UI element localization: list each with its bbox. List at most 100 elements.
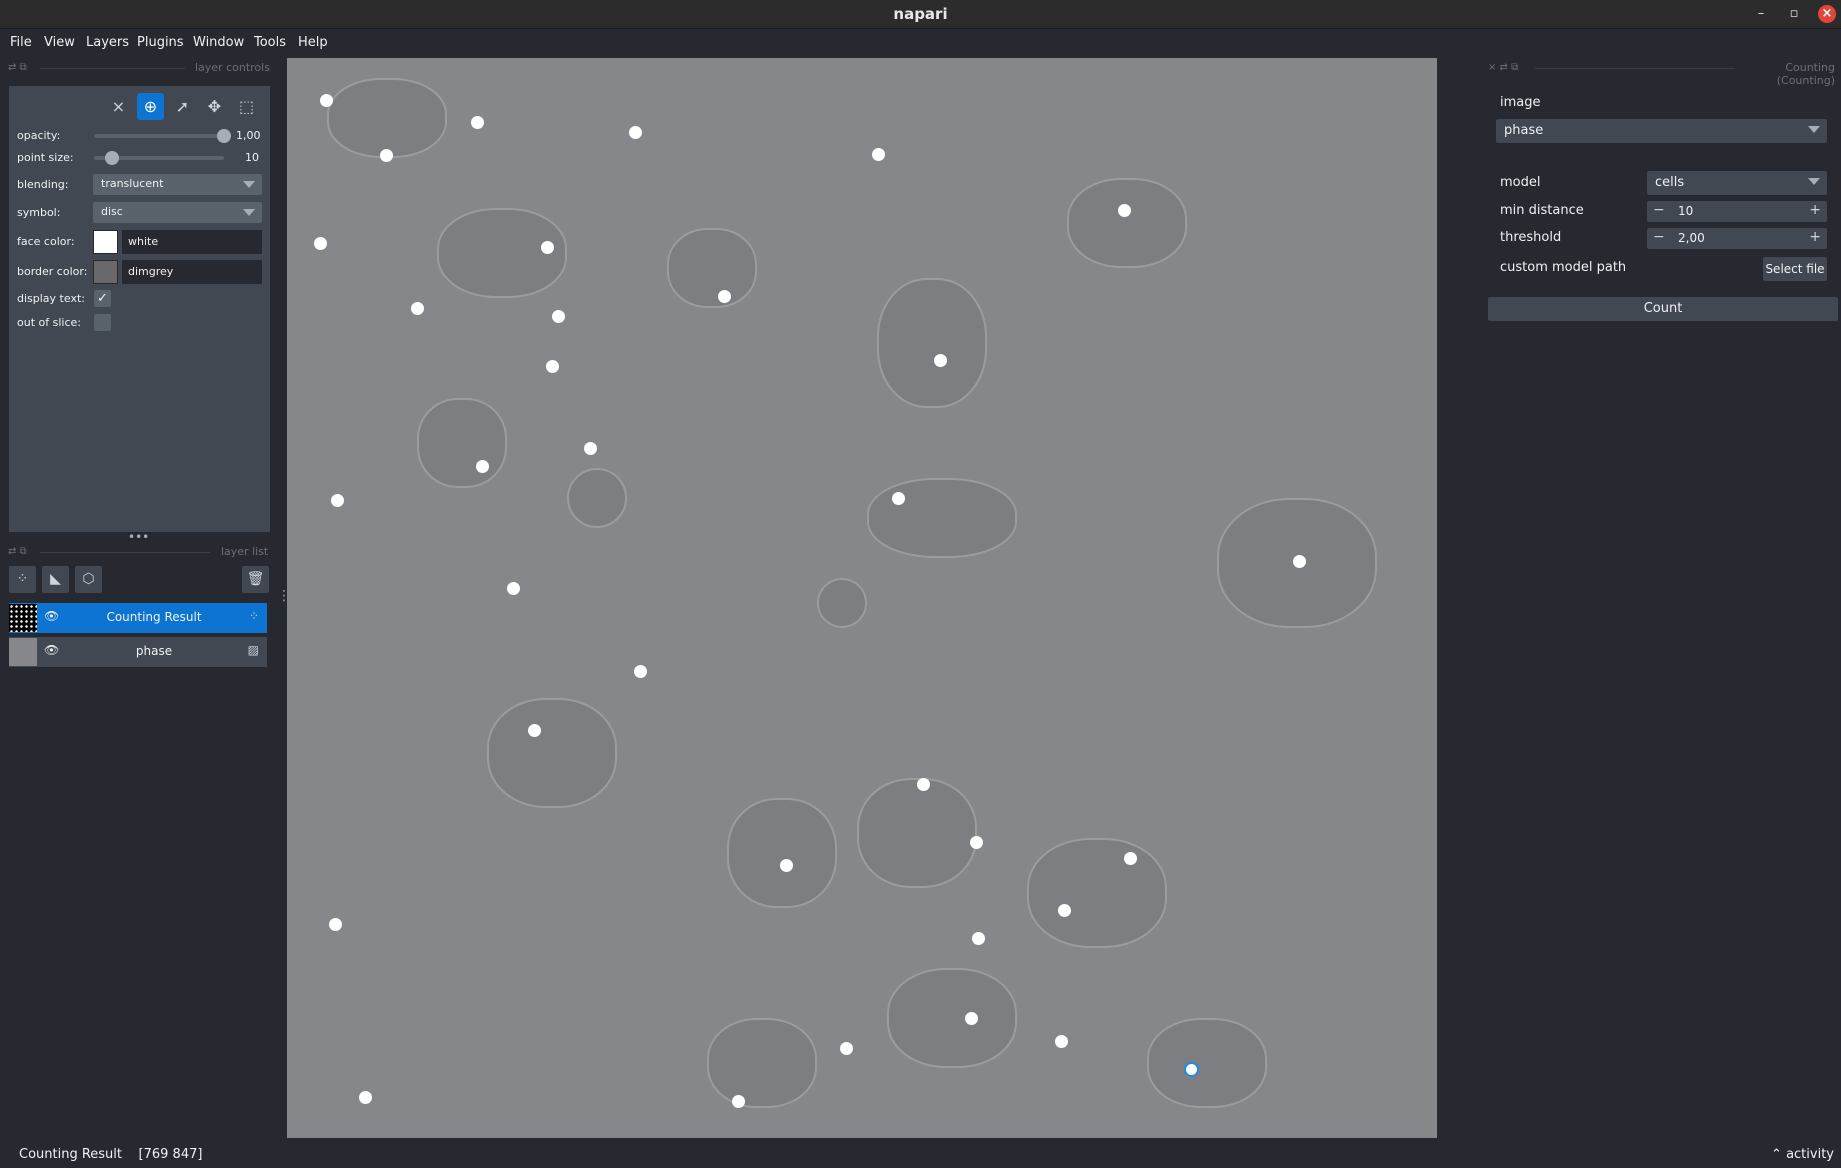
opacity-slider[interactable] <box>94 134 224 138</box>
plus-icon[interactable]: + <box>1809 202 1821 218</box>
image-dropdown[interactable]: phase <box>1496 119 1827 143</box>
point[interactable] <box>972 932 985 945</box>
new-shapes-layer-icon[interactable]: ◣ <box>42 566 69 593</box>
menu-help[interactable]: Help <box>298 35 328 50</box>
eye-icon[interactable]: 👁 <box>44 609 59 623</box>
point[interactable] <box>331 494 344 507</box>
point[interactable] <box>840 1042 853 1055</box>
menu-window[interactable]: Window <box>193 35 244 50</box>
window-title: napari <box>893 5 948 23</box>
model-dropdown[interactable]: cells <box>1647 171 1827 195</box>
point[interactable] <box>320 94 333 107</box>
minus-icon[interactable]: − <box>1653 202 1665 218</box>
face-color-swatch[interactable] <box>93 230 118 254</box>
display-text-checkbox[interactable]: ✓ <box>94 290 111 307</box>
point[interactable] <box>507 582 520 595</box>
counting-widget-title: Counting (Counting) <box>1776 61 1835 87</box>
custom-model-path-label: custom model path <box>1500 260 1627 275</box>
dock-close-icon[interactable]: × ⇄ ⧉ <box>1488 62 1518 76</box>
minus-icon[interactable]: − <box>1653 229 1665 245</box>
add-points-icon[interactable]: ⊕ <box>137 93 164 120</box>
delete-points-icon[interactable]: × <box>105 93 132 120</box>
border-color-swatch[interactable] <box>93 260 118 284</box>
custom-model-path-input[interactable] <box>1647 257 1756 281</box>
point[interactable] <box>629 126 642 139</box>
point-size-slider-thumb[interactable] <box>105 151 119 165</box>
threshold-label: threshold <box>1500 230 1562 245</box>
menu-plugins[interactable]: Plugins <box>137 35 184 50</box>
activity-button[interactable]: ⌃ activity <box>1771 1147 1834 1162</box>
count-button[interactable]: Count <box>1488 297 1838 321</box>
point[interactable] <box>552 310 565 323</box>
minimize-button[interactable]: – <box>1752 5 1770 23</box>
point[interactable] <box>528 724 541 737</box>
point[interactable] <box>872 148 885 161</box>
point[interactable] <box>934 354 947 367</box>
close-window-button[interactable]: × <box>1818 5 1836 23</box>
point[interactable] <box>634 665 647 678</box>
cell-shape <box>877 278 987 408</box>
point[interactable] <box>329 918 342 931</box>
canvas-area[interactable] <box>287 58 1437 1138</box>
layer-row-counting-result[interactable]: 👁 Counting Result ⁘ <box>9 603 267 633</box>
opacity-label: opacity: <box>17 129 61 142</box>
min-distance-spinbox[interactable]: − 10 + <box>1647 201 1827 222</box>
point[interactable] <box>917 778 930 791</box>
opacity-slider-thumb[interactable] <box>217 129 231 143</box>
point[interactable] <box>965 1012 978 1025</box>
point[interactable] <box>718 290 731 303</box>
point[interactable] <box>970 836 983 849</box>
menu-layers[interactable]: Layers <box>86 35 129 50</box>
transform-icon[interactable]: ⬚ <box>233 93 260 120</box>
layer-row-phase[interactable]: 👁 phase ▨ <box>9 637 267 667</box>
plus-icon[interactable]: + <box>1809 229 1821 245</box>
select-file-button[interactable]: Select file <box>1763 257 1827 281</box>
select-points-icon[interactable]: ➚ <box>169 93 196 120</box>
point[interactable] <box>732 1095 745 1108</box>
pan-zoom-icon[interactable]: ✥ <box>201 93 228 120</box>
cell-shape <box>817 578 867 628</box>
threshold-spinbox[interactable]: − 2,00 + <box>1647 228 1827 249</box>
point[interactable] <box>780 859 793 872</box>
point[interactable] <box>380 149 393 162</box>
status-bar: Counting Result [769 847] ⌃ activity <box>0 1143 1841 1168</box>
blending-dropdown[interactable]: translucent <box>93 174 262 195</box>
point[interactable] <box>476 460 489 473</box>
border-color-label: border color: <box>17 265 88 278</box>
point[interactable] <box>314 237 327 250</box>
dock-float-icons[interactable]: ⇄ ⧉ <box>8 62 27 76</box>
face-color-input[interactable]: white <box>122 230 262 254</box>
image-label: image <box>1500 95 1541 110</box>
counting-widget-dock: × ⇄ ⧉ Counting (Counting) image phase mo… <box>1475 58 1841 1138</box>
point[interactable] <box>541 241 554 254</box>
menu-view[interactable]: View <box>44 35 75 50</box>
point[interactable] <box>892 492 905 505</box>
delete-layer-icon[interactable]: 🗑 <box>242 566 269 593</box>
left-splitter-handle[interactable]: ⋮ <box>277 588 291 604</box>
phase-image-canvas[interactable] <box>287 58 1437 1138</box>
point[interactable] <box>1058 904 1071 917</box>
dock-resize-handle[interactable]: ••• <box>128 530 149 544</box>
cell-shape <box>707 1018 817 1108</box>
point[interactable] <box>359 1091 372 1104</box>
menu-tools[interactable]: Tools <box>254 35 286 50</box>
point[interactable] <box>1124 852 1137 865</box>
symbol-dropdown[interactable]: disc <box>93 202 262 223</box>
new-labels-layer-icon[interactable]: ⬡ <box>75 566 102 593</box>
point[interactable] <box>584 442 597 455</box>
out-of-slice-checkbox[interactable] <box>94 314 111 331</box>
eye-icon[interactable]: 👁 <box>44 643 59 657</box>
point[interactable] <box>546 360 559 373</box>
dock-float-icons[interactable]: ⇄ ⧉ <box>8 546 27 560</box>
new-points-layer-icon[interactable]: ⁘ <box>9 566 36 593</box>
menu-file[interactable]: File <box>10 35 32 50</box>
point[interactable] <box>411 302 424 315</box>
point[interactable] <box>1055 1035 1068 1048</box>
point[interactable] <box>1293 555 1306 568</box>
restore-button[interactable]: ▫ <box>1785 5 1803 23</box>
status-text: Counting Result [769 847] <box>19 1147 203 1162</box>
selected-point[interactable] <box>1184 1062 1199 1077</box>
border-color-input[interactable]: dimgrey <box>122 260 262 284</box>
point[interactable] <box>471 116 484 129</box>
point[interactable] <box>1118 204 1131 217</box>
